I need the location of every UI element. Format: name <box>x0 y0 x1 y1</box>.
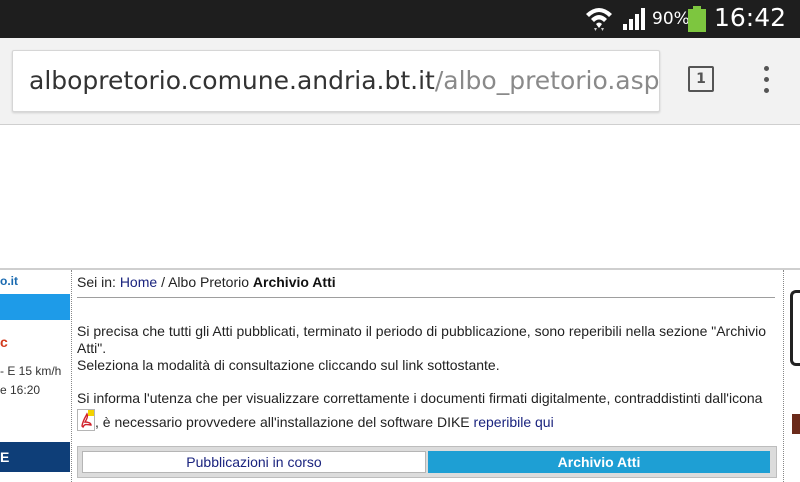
signed-pdf-icon <box>77 409 95 431</box>
status-bar: 90% 16:42 <box>0 0 800 38</box>
info-paragraph-dike: Si informa l'utenza che per visualizzare… <box>77 388 777 433</box>
breadcrumb-albo: Albo Pretorio <box>168 274 250 290</box>
wifi-icon <box>586 8 612 31</box>
sidebar-weather-wind: - E 15 km/h <box>0 364 62 378</box>
clock: 16:42 <box>714 3 787 32</box>
consultation-tabs: Pubblicazioni in corso Archivio Atti <box>77 446 777 478</box>
sidebar-dark-bar[interactable]: E <box>0 442 70 472</box>
divider-line <box>77 297 775 298</box>
dike-text-start: Si informa l'utenza che per visualizzare… <box>77 390 763 406</box>
signal-icon <box>623 8 645 30</box>
breadcrumb-home-link[interactable]: Home <box>120 274 157 290</box>
sidebar-blue-bar <box>0 294 70 320</box>
web-page: o.it c - E 15 km/h e 16:20 E Sei in: Hom… <box>0 268 800 482</box>
browser-toolbar: albopretorio.comune.andria.bt.it/albo_pr… <box>0 38 800 125</box>
divider-left <box>71 270 72 482</box>
tab-pubblicazioni-in-corso[interactable]: Pubblicazioni in corso <box>82 451 426 473</box>
breadcrumb-separator: / <box>161 274 165 290</box>
main-content: Sei in: Home / Albo Pretorio Archivio At… <box>77 270 777 482</box>
tab-switcher-button[interactable]: 1 <box>688 66 714 92</box>
breadcrumb-current: Archivio Atti <box>252 274 336 290</box>
url-path: /albo_pretorio.asp?n <box>434 66 660 95</box>
overflow-menu-icon[interactable] <box>756 64 776 98</box>
breadcrumb: Sei in: Home / Albo Pretorio Archivio At… <box>77 273 336 291</box>
url-text: albopretorio.comune.andria.bt.it/albo_pr… <box>29 65 660 97</box>
sidebar-link[interactable]: o.it <box>0 274 18 288</box>
right-sidebar <box>786 270 800 482</box>
tab-archivio-atti[interactable]: Archivio Atti <box>428 451 770 473</box>
battery-percent: 90% <box>652 9 690 29</box>
info-paragraph-select: Seleziona la modalità di consultazione c… <box>77 357 500 373</box>
dike-text-end: , è necessario provvedere all'installazi… <box>95 414 470 430</box>
battery-icon <box>688 6 706 32</box>
right-sidebar-image <box>792 414 800 434</box>
sidebar-alert-text: c <box>0 334 8 350</box>
page-blank-area <box>0 125 800 268</box>
url-host: albopretorio.comune.andria.bt.it <box>29 66 435 95</box>
right-sidebar-frame <box>790 290 800 366</box>
breadcrumb-prefix: Sei in: <box>77 274 116 290</box>
info-paragraph-archive: Si precisa che tutti gli Atti pubblicati… <box>77 323 767 356</box>
address-bar[interactable]: albopretorio.comune.andria.bt.it/albo_pr… <box>12 50 660 112</box>
divider-right <box>783 270 784 482</box>
sidebar-weather-time: e 16:20 <box>0 383 41 397</box>
dike-download-link[interactable]: reperibile qui <box>474 414 554 430</box>
left-sidebar: o.it c - E 15 km/h e 16:20 E <box>0 270 70 482</box>
